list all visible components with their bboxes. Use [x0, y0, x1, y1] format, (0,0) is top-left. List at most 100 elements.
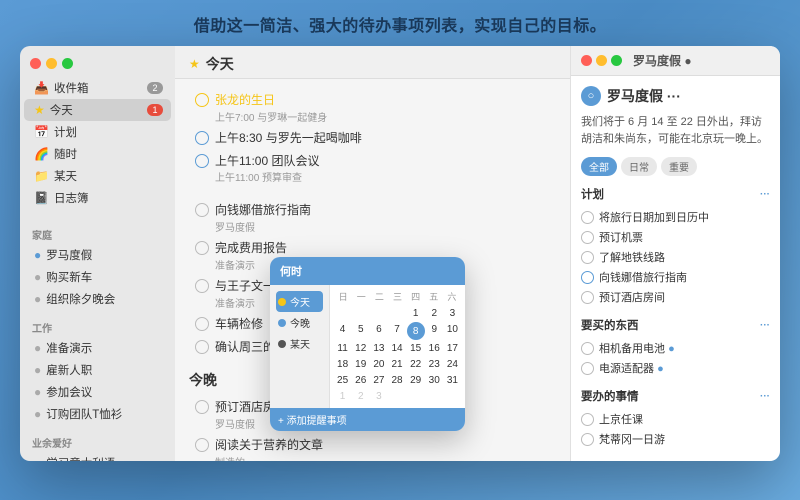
sidebar-item-random[interactable]: 🌈 随时	[24, 143, 171, 165]
prepare-show-label: 准备演示	[46, 340, 92, 356]
todo-task-check-1[interactable]	[581, 413, 594, 426]
minimize-button[interactable]	[46, 58, 57, 69]
plan-task-3[interactable]: 了解地铁线路	[581, 247, 770, 267]
sidebar-item-today[interactable]: ★ 今天 1	[24, 99, 171, 121]
plan-task-check-3[interactable]	[581, 251, 594, 264]
task-check-guide[interactable]	[195, 203, 209, 217]
circle-icon-roman: ●	[34, 248, 41, 262]
journal-label: 日志簿	[54, 190, 89, 206]
cal-day-25[interactable]: 25	[334, 373, 351, 388]
todo-section-more[interactable]: ···	[760, 391, 770, 402]
task-check-meeting[interactable]	[195, 154, 209, 168]
cal-day-11[interactable]: 11	[334, 341, 351, 356]
task-birthday[interactable]: 张龙的生日 上午7:00 与罗琳一起健身	[189, 89, 556, 127]
cal-day-15[interactable]: 15	[407, 341, 425, 356]
task-check-article[interactable]	[195, 438, 209, 452]
sidebar-item-journal[interactable]: 📓 日志簿	[24, 187, 171, 209]
task-check-coffee[interactable]	[195, 131, 209, 145]
task-check-data[interactable]	[195, 279, 209, 293]
task-check-phone[interactable]	[195, 340, 209, 354]
sidebar-item-join-meeting[interactable]: ● 参加会议	[24, 381, 171, 403]
inbox-badge: 2	[147, 82, 163, 94]
sidebar-item-roman-vacation[interactable]: ● 罗马度假	[24, 244, 171, 266]
plan-task-check-4[interactable]	[581, 271, 594, 284]
cal-day-30[interactable]: 30	[426, 373, 443, 388]
work-header: 工作	[20, 314, 175, 337]
plan-task-2[interactable]: 预订机票	[581, 227, 770, 247]
plan-task-check-5[interactable]	[581, 291, 594, 304]
family-header: 家庭	[20, 221, 175, 244]
cal-day-4[interactable]: 4	[334, 322, 351, 340]
sidebar-item-learn-italian[interactable]: ● 学习意大利语	[24, 452, 171, 461]
cal-day-10[interactable]: 10	[444, 322, 461, 340]
sidebar-item-hire-new[interactable]: ● 雇新人职	[24, 359, 171, 381]
detail-close-button[interactable]	[581, 55, 592, 66]
sidebar-item-order-tshirt[interactable]: ● 订购团队T恤衫	[24, 403, 171, 425]
todo-task-check-2[interactable]	[581, 433, 594, 446]
cal-day-7[interactable]: 7	[388, 322, 405, 340]
cal-day-9[interactable]: 9	[426, 322, 443, 340]
task-check-expense[interactable]	[195, 241, 209, 255]
plan-task-check-1[interactable]	[581, 211, 594, 224]
cal-day-6[interactable]: 6	[370, 322, 387, 340]
cal-day-24[interactable]: 24	[444, 357, 461, 372]
cal-day-26[interactable]: 26	[352, 373, 369, 388]
cal-day-31[interactable]: 31	[444, 373, 461, 388]
cal-day-5[interactable]: 5	[352, 322, 369, 340]
cal-day-23[interactable]: 23	[426, 357, 443, 372]
cal-day-21[interactable]: 21	[388, 357, 405, 372]
sidebar-item-buy-car[interactable]: ● 购买新车	[24, 266, 171, 288]
sidebar-item-plan[interactable]: 📅 计划	[24, 121, 171, 143]
cal-day-3[interactable]: 3	[444, 306, 461, 321]
cal-day-16[interactable]: 16	[426, 341, 443, 356]
tab-important[interactable]: 重要	[661, 157, 697, 176]
close-button[interactable]	[30, 58, 41, 69]
cal-someday-shortcut[interactable]: 某天	[276, 333, 323, 354]
cal-day-18[interactable]: 18	[334, 357, 351, 372]
cal-day-2[interactable]: 2	[426, 306, 443, 321]
task-guide[interactable]: 向钱娜借旅行指南 罗马度假	[189, 199, 556, 237]
plan-task-4[interactable]: 向钱娜借旅行指南	[581, 267, 770, 287]
shopping-task-1[interactable]: 相机备用电池 ●	[581, 338, 770, 358]
task-article[interactable]: 阅读关于营养的文章 制造的	[189, 434, 556, 461]
plan-task-check-2[interactable]	[581, 231, 594, 244]
cal-day-14[interactable]: 14	[388, 341, 405, 356]
sidebar-item-prepare-show[interactable]: ● 准备演示	[24, 337, 171, 359]
cal-day-19[interactable]: 19	[352, 357, 369, 372]
cal-day-next1: 1	[334, 389, 351, 404]
task-check-hotel[interactable]	[195, 400, 209, 414]
plan-task-1[interactable]: 将旅行日期加到日历中	[581, 207, 770, 227]
cal-today-shortcut[interactable]: 今天	[276, 291, 323, 312]
sidebar-item-someday[interactable]: 📁 某天	[24, 165, 171, 187]
detail-min-button[interactable]	[596, 55, 607, 66]
cal-day-27[interactable]: 27	[370, 373, 387, 388]
shopping-task-check-1[interactable]	[581, 342, 594, 355]
todo-task-2[interactable]: 梵蒂冈一日游	[581, 429, 770, 449]
plan-section-more[interactable]: ···	[760, 189, 770, 200]
task-check-car[interactable]	[195, 317, 209, 331]
cal-day-22[interactable]: 22	[407, 357, 425, 372]
cal-day-8-today[interactable]: 8	[407, 322, 425, 340]
shopping-task-2[interactable]: 电源适配器 ●	[581, 358, 770, 378]
todo-task-1[interactable]: 上京任课	[581, 409, 770, 429]
cal-tonight-shortcut[interactable]: 今晚	[276, 312, 323, 333]
cal-day-20[interactable]: 20	[370, 357, 387, 372]
cal-day-12[interactable]: 12	[352, 341, 369, 356]
task-coffee[interactable]: 上午8:30 与罗先一起喝咖啡	[189, 127, 556, 150]
sidebar-item-inbox[interactable]: 📥 收件箱 2	[24, 77, 171, 99]
cal-day-28[interactable]: 28	[388, 373, 405, 388]
detail-max-button[interactable]	[611, 55, 622, 66]
shopping-task-check-2[interactable]	[581, 362, 594, 375]
sidebar-item-organize-dinner[interactable]: ● 组织除夕晚会	[24, 288, 171, 310]
shopping-section-more[interactable]: ···	[760, 320, 770, 331]
tab-all[interactable]: 全部	[581, 157, 617, 176]
task-check-birthday[interactable]	[195, 93, 209, 107]
cal-day-17[interactable]: 17	[444, 341, 461, 356]
task-meeting[interactable]: 上午11:00 团队会议 上午11:00 预算审查	[189, 150, 556, 188]
cal-day-1[interactable]: 1	[407, 306, 425, 321]
tab-daily[interactable]: 日常	[621, 157, 657, 176]
cal-day-13[interactable]: 13	[370, 341, 387, 356]
plan-task-5[interactable]: 预订酒店房间	[581, 287, 770, 307]
maximize-button[interactable]	[62, 58, 73, 69]
cal-day-29[interactable]: 29	[407, 373, 425, 388]
